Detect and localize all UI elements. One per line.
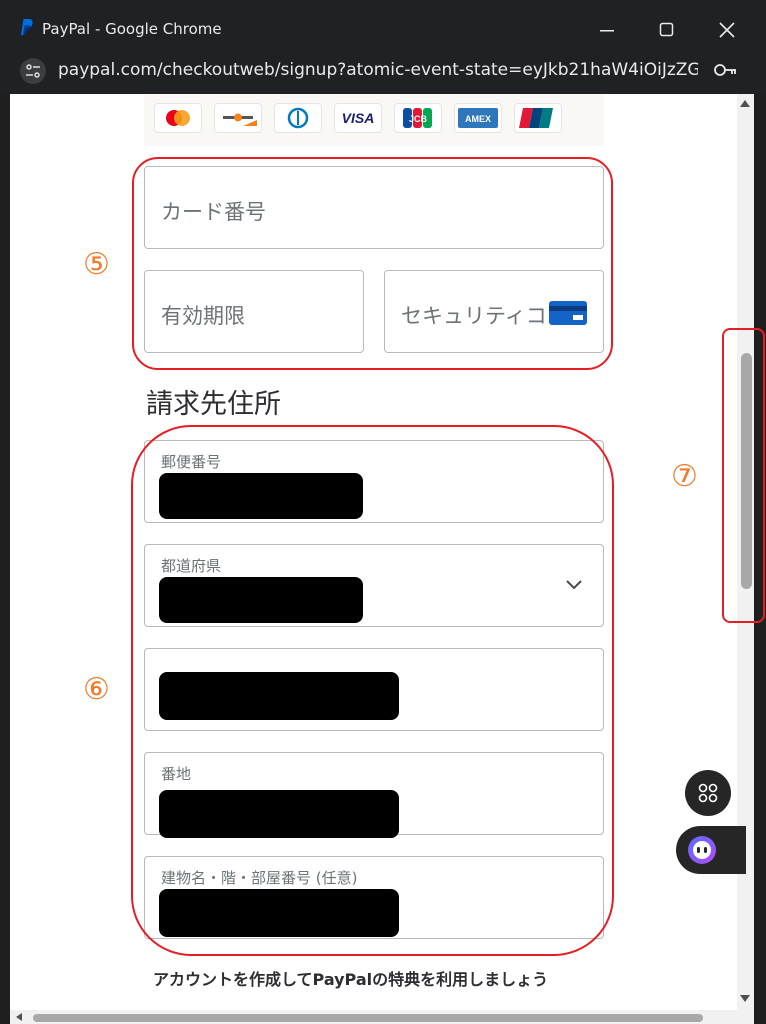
jcb-logo: JCB	[394, 103, 442, 133]
floating-apps-button[interactable]	[685, 770, 731, 816]
key-icon[interactable]	[714, 62, 738, 78]
diners-logo	[274, 103, 322, 133]
window-title: PayPal - Google Chrome	[42, 20, 222, 38]
billing-section-title: 請求先住所	[146, 389, 281, 420]
unionpay-logo	[514, 103, 562, 133]
svg-text:VISA: VISA	[342, 110, 375, 126]
annotation-ring-5	[132, 157, 613, 370]
annotation-number-5: ⑤	[83, 247, 110, 282]
svg-text:JCB: JCB	[409, 114, 428, 124]
horizontal-scrollbar-thumb[interactable]	[33, 1014, 703, 1022]
minimize-button[interactable]	[592, 14, 622, 44]
window-titlebar: PayPal - Google Chrome	[0, 0, 766, 48]
scroll-down-arrow-icon[interactable]	[739, 994, 751, 1004]
grid-icon	[698, 783, 718, 803]
site-info-button[interactable]	[20, 58, 46, 84]
mastercard-logo	[154, 103, 202, 133]
amex-logo: AMEX	[454, 103, 502, 133]
visa-logo: VISA	[334, 103, 382, 133]
close-button[interactable]	[712, 14, 742, 44]
annotation-number-7: ⑦	[671, 459, 698, 494]
url-text[interactable]: paypal.com/checkoutweb/signup?atomic-eve…	[58, 60, 698, 80]
annotation-ring-7	[722, 328, 765, 623]
assistant-widget-button[interactable]	[676, 826, 746, 874]
minimize-icon	[600, 30, 614, 32]
maximize-button[interactable]	[652, 14, 682, 44]
maximize-icon	[659, 22, 674, 37]
scroll-left-arrow-icon[interactable]	[14, 1012, 24, 1022]
close-icon	[719, 22, 735, 38]
paypal-icon	[21, 19, 33, 35]
card-logo-strip: VISA JCB AMEX	[144, 94, 604, 146]
annotation-number-6: ⑥	[83, 672, 110, 707]
discover-logo	[214, 103, 262, 133]
tune-icon	[26, 64, 40, 78]
assistant-avatar-icon	[688, 836, 716, 864]
signup-promo-text: アカウントを作成してPayPalの特典を利用しましょう	[153, 970, 549, 989]
scroll-up-arrow-icon[interactable]	[739, 98, 751, 108]
annotation-ring-6	[131, 425, 614, 956]
svg-text:AMEX: AMEX	[465, 114, 491, 124]
